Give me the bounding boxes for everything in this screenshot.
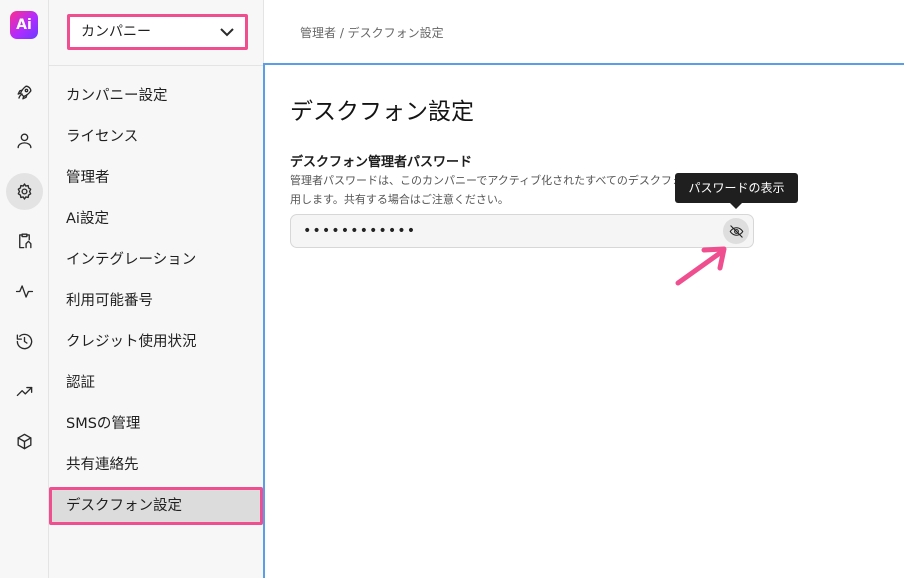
gear-icon[interactable] [6,173,43,210]
sidebar-item-license[interactable]: ライセンス [49,118,264,156]
breadcrumb: 管理者 / デスクフォン設定 [300,26,444,40]
sidebar-item-company-settings[interactable]: カンパニー設定 [49,77,264,115]
cube-icon[interactable] [6,423,43,460]
sidebar-item-credit-usage[interactable]: クレジット使用状況 [49,323,264,361]
top-bar: 管理者 / デスクフォン設定 [264,0,904,64]
sidebar-item-admins[interactable]: 管理者 [49,159,264,197]
chevron-down-icon [220,28,234,37]
sidebar-item-deskphone-settings[interactable]: デスクフォン設定 [49,487,263,525]
annotation-arrow-icon [675,246,727,286]
company-select-value: カンパニー [81,24,151,40]
user-icon[interactable] [6,122,43,159]
clipboard-icon[interactable] [6,222,43,259]
sidebar-item-sms-management[interactable]: SMSの管理 [49,405,264,443]
sidebar-header: カンパニー [49,0,264,66]
password-field-label: デスクフォン管理者パスワード [290,155,473,170]
company-select[interactable]: カンパニー [67,14,248,50]
trending-icon[interactable] [6,373,43,410]
sidebar-item-ai-settings[interactable]: Ai設定 [49,200,264,238]
icon-rail: Ai [0,0,49,578]
password-field-description: 管理者パスワードは、このカンパニーでアクティブ化されたすべてのデスクフォンに適 … [290,171,730,209]
history-icon[interactable] [6,323,43,360]
description-line-1: 管理者パスワードは、このカンパニーでアクティブ化されたすべてのデスクフォンに適 [290,174,700,187]
sidebar-item-authentication[interactable]: 認証 [49,364,264,402]
main-content: デスクフォン設定 デスクフォン管理者パスワード 管理者パスワードは、このカンパニ… [263,63,904,578]
eye-off-icon [729,224,743,238]
logo-text: Ai [16,17,32,33]
sidebar-item-integrations[interactable]: インテグレーション [49,241,264,279]
page-title: デスクフォン設定 [290,99,474,125]
settings-sidebar: カンパニー カンパニー設定 ライセンス 管理者 Ai設定 インテグレーション 利… [49,0,264,578]
password-input[interactable] [303,215,703,247]
app-logo[interactable]: Ai [10,11,38,39]
description-line-2: 用します。共有する場合はご注意ください。 [290,193,509,206]
sidebar-item-available-numbers[interactable]: 利用可能番号 [49,282,264,320]
sidebar-item-shared-contacts[interactable]: 共有連絡先 [49,446,264,484]
activity-icon[interactable] [6,273,43,310]
rocket-icon[interactable] [6,74,43,111]
show-password-tooltip: パスワードの表示 [675,173,798,209]
